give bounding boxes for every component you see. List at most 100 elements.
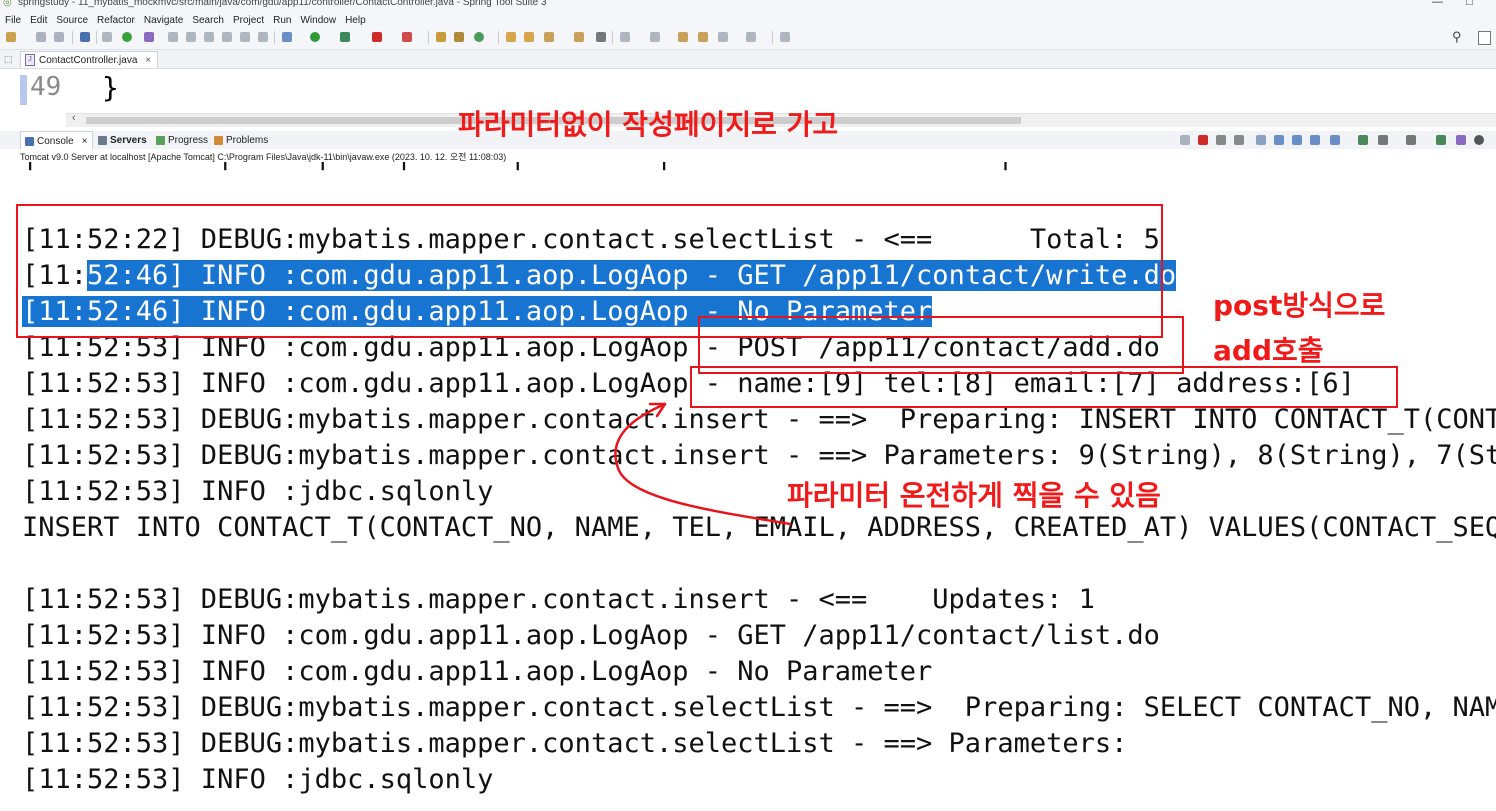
- paragraph-icon[interactable]: [258, 32, 268, 42]
- tab-console[interactable]: Console ×: [20, 131, 93, 150]
- clear-console-icon[interactable]: [1256, 135, 1266, 145]
- run-server-icon[interactable]: [122, 32, 132, 42]
- console-line: [11:52:53] DEBUG:mybatis.mapper.contact.…: [22, 584, 1095, 615]
- progress-icon: [156, 135, 165, 145]
- new-class-icon[interactable]: [474, 32, 484, 42]
- tab-problems[interactable]: Problems: [214, 131, 268, 149]
- remove-launch-icon[interactable]: [1180, 135, 1190, 145]
- editor-tab-bar: ⬚ J ContactController.java ×: [0, 50, 1496, 69]
- menu-run[interactable]: Run: [268, 13, 295, 26]
- console-icon: [25, 136, 34, 146]
- format-icon[interactable]: [222, 32, 232, 42]
- perspective-icon[interactable]: [1478, 31, 1491, 45]
- marker-icon[interactable]: [544, 32, 554, 42]
- forward-icon[interactable]: [718, 32, 728, 42]
- annotation-icon[interactable]: [620, 32, 630, 42]
- tools-icon[interactable]: [1456, 135, 1466, 145]
- open-task-icon[interactable]: [524, 32, 534, 42]
- display-console-icon[interactable]: [1378, 135, 1388, 145]
- tab-progress[interactable]: Progress: [156, 131, 208, 149]
- console-line-selection: [11:52:46] INFO :com.gdu.app11.aop.LogAo…: [22, 296, 933, 327]
- change-marker: [20, 75, 27, 105]
- save-all-icon[interactable]: [54, 32, 64, 42]
- console-line: [11:52:53] DEBUG:mybatis.mapper.contact.…: [22, 440, 1496, 471]
- console-line: [11:52:53] INFO :jdbc.sqlonly: [22, 476, 494, 507]
- show-stdout-icon[interactable]: [1310, 135, 1320, 145]
- menu-help[interactable]: Help: [340, 13, 370, 26]
- block-icon[interactable]: [240, 32, 250, 42]
- close-icon[interactable]: ×: [145, 55, 151, 66]
- tab-servers[interactable]: Servers: [98, 131, 147, 149]
- pin-console-icon[interactable]: [1358, 135, 1368, 145]
- open-type-icon[interactable]: [506, 32, 516, 42]
- console-line-selected: [11:52:46] INFO :com.gdu.app11.aop.LogAo…: [22, 294, 933, 330]
- last-edit-icon[interactable]: [678, 32, 688, 42]
- word-wrap-icon[interactable]: [1292, 135, 1302, 145]
- servers-icon: [98, 135, 107, 145]
- tab-label: ContactController.java: [39, 54, 138, 66]
- remove-all-icon[interactable]: [1234, 135, 1244, 145]
- menu-search[interactable]: Search: [187, 13, 228, 26]
- scroll-lock-icon[interactable]: [1274, 135, 1284, 145]
- console-line: [11:52:22] DEBUG:mybatis.mapper.contact.…: [22, 224, 1160, 255]
- debug-icon[interactable]: [282, 32, 292, 42]
- edit-icon[interactable]: [186, 32, 196, 42]
- console-status-line: Tomcat v9.0 Server at localhost [Apache …: [0, 149, 1496, 162]
- new-icon[interactable]: [6, 32, 16, 42]
- new-java-project-icon[interactable]: [436, 32, 446, 42]
- toggle-mark-icon[interactable]: [102, 32, 112, 42]
- annotation-post-line1: post방식으로: [1213, 289, 1386, 322]
- table-border-line: |-----------|-----|----|------|--------|…: [22, 162, 1014, 174]
- console-line: [11:52:53] DEBUG:mybatis.mapper.contact.…: [22, 728, 1128, 759]
- remove-icon[interactable]: [1216, 135, 1226, 145]
- search-tool-icon[interactable]: [596, 32, 606, 42]
- new-package-icon[interactable]: [454, 32, 464, 42]
- pin-editor-icon[interactable]: [780, 32, 790, 42]
- scroll-left-icon[interactable]: ‹: [72, 112, 76, 124]
- console-line: [11:52:53] INFO :com.gdu.app11.aop.LogAo…: [22, 332, 1160, 363]
- console-line: [11:52:53] INFO :jdbc.sqlonly: [22, 764, 494, 795]
- close-icon[interactable]: ×: [82, 136, 88, 147]
- menu-project[interactable]: Project: [228, 13, 268, 26]
- menu-source[interactable]: Source: [51, 13, 92, 26]
- minimize-button[interactable]: —: [1432, 0, 1443, 8]
- menu-file[interactable]: File: [0, 13, 25, 26]
- annotation-post-line2: add호출: [1213, 334, 1324, 367]
- console-line: [11:52:53] DEBUG:mybatis.mapper.contact.…: [22, 404, 1496, 435]
- left-tool-icon[interactable]: ⬚: [4, 54, 13, 65]
- forward-history-icon[interactable]: [746, 32, 756, 42]
- line-number: 49: [30, 72, 62, 102]
- menu-window[interactable]: Window: [295, 13, 340, 26]
- code-line[interactable]: }: [102, 71, 119, 104]
- annotation-top: 파라미터없이 작성페이지로 가고: [458, 108, 839, 141]
- open-console-icon[interactable]: [1406, 135, 1416, 145]
- next-annotation-icon[interactable]: [650, 32, 660, 42]
- problems-icon: [214, 135, 223, 145]
- console-line: [11:52:53] INFO :com.gdu.app11.aop.LogAo…: [22, 368, 1355, 399]
- menu-refactor[interactable]: Refactor: [92, 13, 139, 26]
- refresh-icon[interactable]: [144, 32, 154, 42]
- folder-icon[interactable]: [574, 32, 584, 42]
- run-icon[interactable]: [310, 32, 320, 42]
- open-console-icon[interactable]: [80, 32, 90, 42]
- show-stderr-icon[interactable]: [1330, 135, 1340, 145]
- console-line: [11:52:53] INFO :com.gdu.app11.aop.LogAo…: [22, 620, 1160, 651]
- console-output[interactable]: |-----------|-----|----|------|--------|…: [0, 162, 1496, 811]
- terminate-icon[interactable]: [1198, 135, 1208, 145]
- coverage-icon[interactable]: [402, 32, 412, 42]
- maximize-button[interactable]: □: [1466, 0, 1473, 8]
- save-icon[interactable]: [36, 32, 46, 42]
- external-tools-icon[interactable]: [340, 32, 350, 42]
- pin-icon[interactable]: [168, 32, 178, 42]
- stop-icon[interactable]: [372, 32, 382, 42]
- search-icon[interactable]: ⚲: [1452, 29, 1462, 45]
- menu-navigate[interactable]: Navigate: [139, 13, 187, 26]
- new-console-icon[interactable]: [1436, 135, 1446, 145]
- gear-icon[interactable]: [1474, 135, 1484, 145]
- back-icon[interactable]: [698, 32, 708, 42]
- tab-contactcontroller[interactable]: J ContactController.java ×: [20, 51, 159, 68]
- console-line: INSERT INTO CONTACT_T(CONTACT_NO, NAME, …: [22, 512, 1496, 543]
- menu-edit[interactable]: Edit: [25, 13, 51, 26]
- console-line-selected: [11:52:46] INFO :com.gdu.app11.aop.LogAo…: [22, 258, 1177, 294]
- link-icon[interactable]: [204, 32, 214, 42]
